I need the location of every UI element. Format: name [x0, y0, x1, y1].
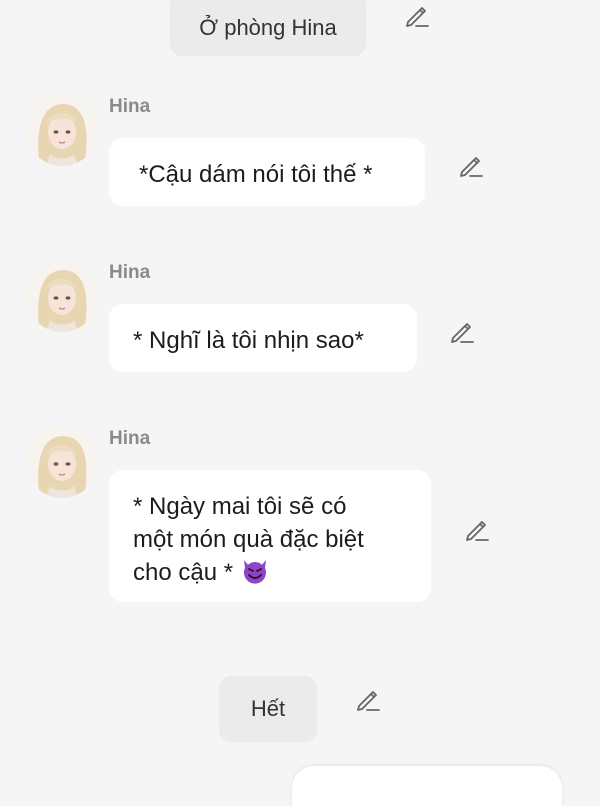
avatar[interactable] [26, 94, 98, 166]
edit-pencil-icon[interactable] [404, 2, 430, 28]
end-chip-label: Hết [250, 696, 286, 721]
message-line: * Ngày mai tôi sẽ có [133, 493, 347, 520]
message-bubble: * Nghĩ là tôi nhịn sao* [109, 304, 417, 372]
message-bubble: * Ngày mai tôi sẽ có một món quà đặc biệ… [109, 470, 431, 602]
sender-name: Hina [109, 96, 151, 117]
sender-name: Hina [109, 262, 151, 283]
message-line: một món quà đặc biệt [133, 526, 364, 553]
sender-name: Hina [109, 428, 151, 449]
message-text: *Cậu dám nói tôi thế * [139, 161, 373, 188]
narration-chip-room: Ở phòng Hina [170, 0, 366, 56]
avatar[interactable] [26, 426, 98, 498]
edit-pencil-icon[interactable] [458, 152, 484, 178]
bottom-panel [292, 766, 562, 806]
narration-chip-label: Ở phòng Hina [199, 15, 337, 40]
avatar[interactable] [26, 260, 98, 332]
edit-pencil-icon[interactable] [355, 686, 381, 712]
smiling-devil-emoji [240, 556, 270, 584]
message-line-last: cho cậu * [133, 556, 431, 589]
message-bubble: *Cậu dám nói tôi thế * [109, 138, 425, 206]
message-text: * Nghĩ là tôi nhịn sao* [133, 327, 364, 354]
edit-pencil-icon[interactable] [449, 318, 475, 344]
end-chip: Hết [219, 676, 317, 742]
edit-pencil-icon[interactable] [464, 516, 490, 542]
message-line: cho cậu * [133, 559, 234, 586]
